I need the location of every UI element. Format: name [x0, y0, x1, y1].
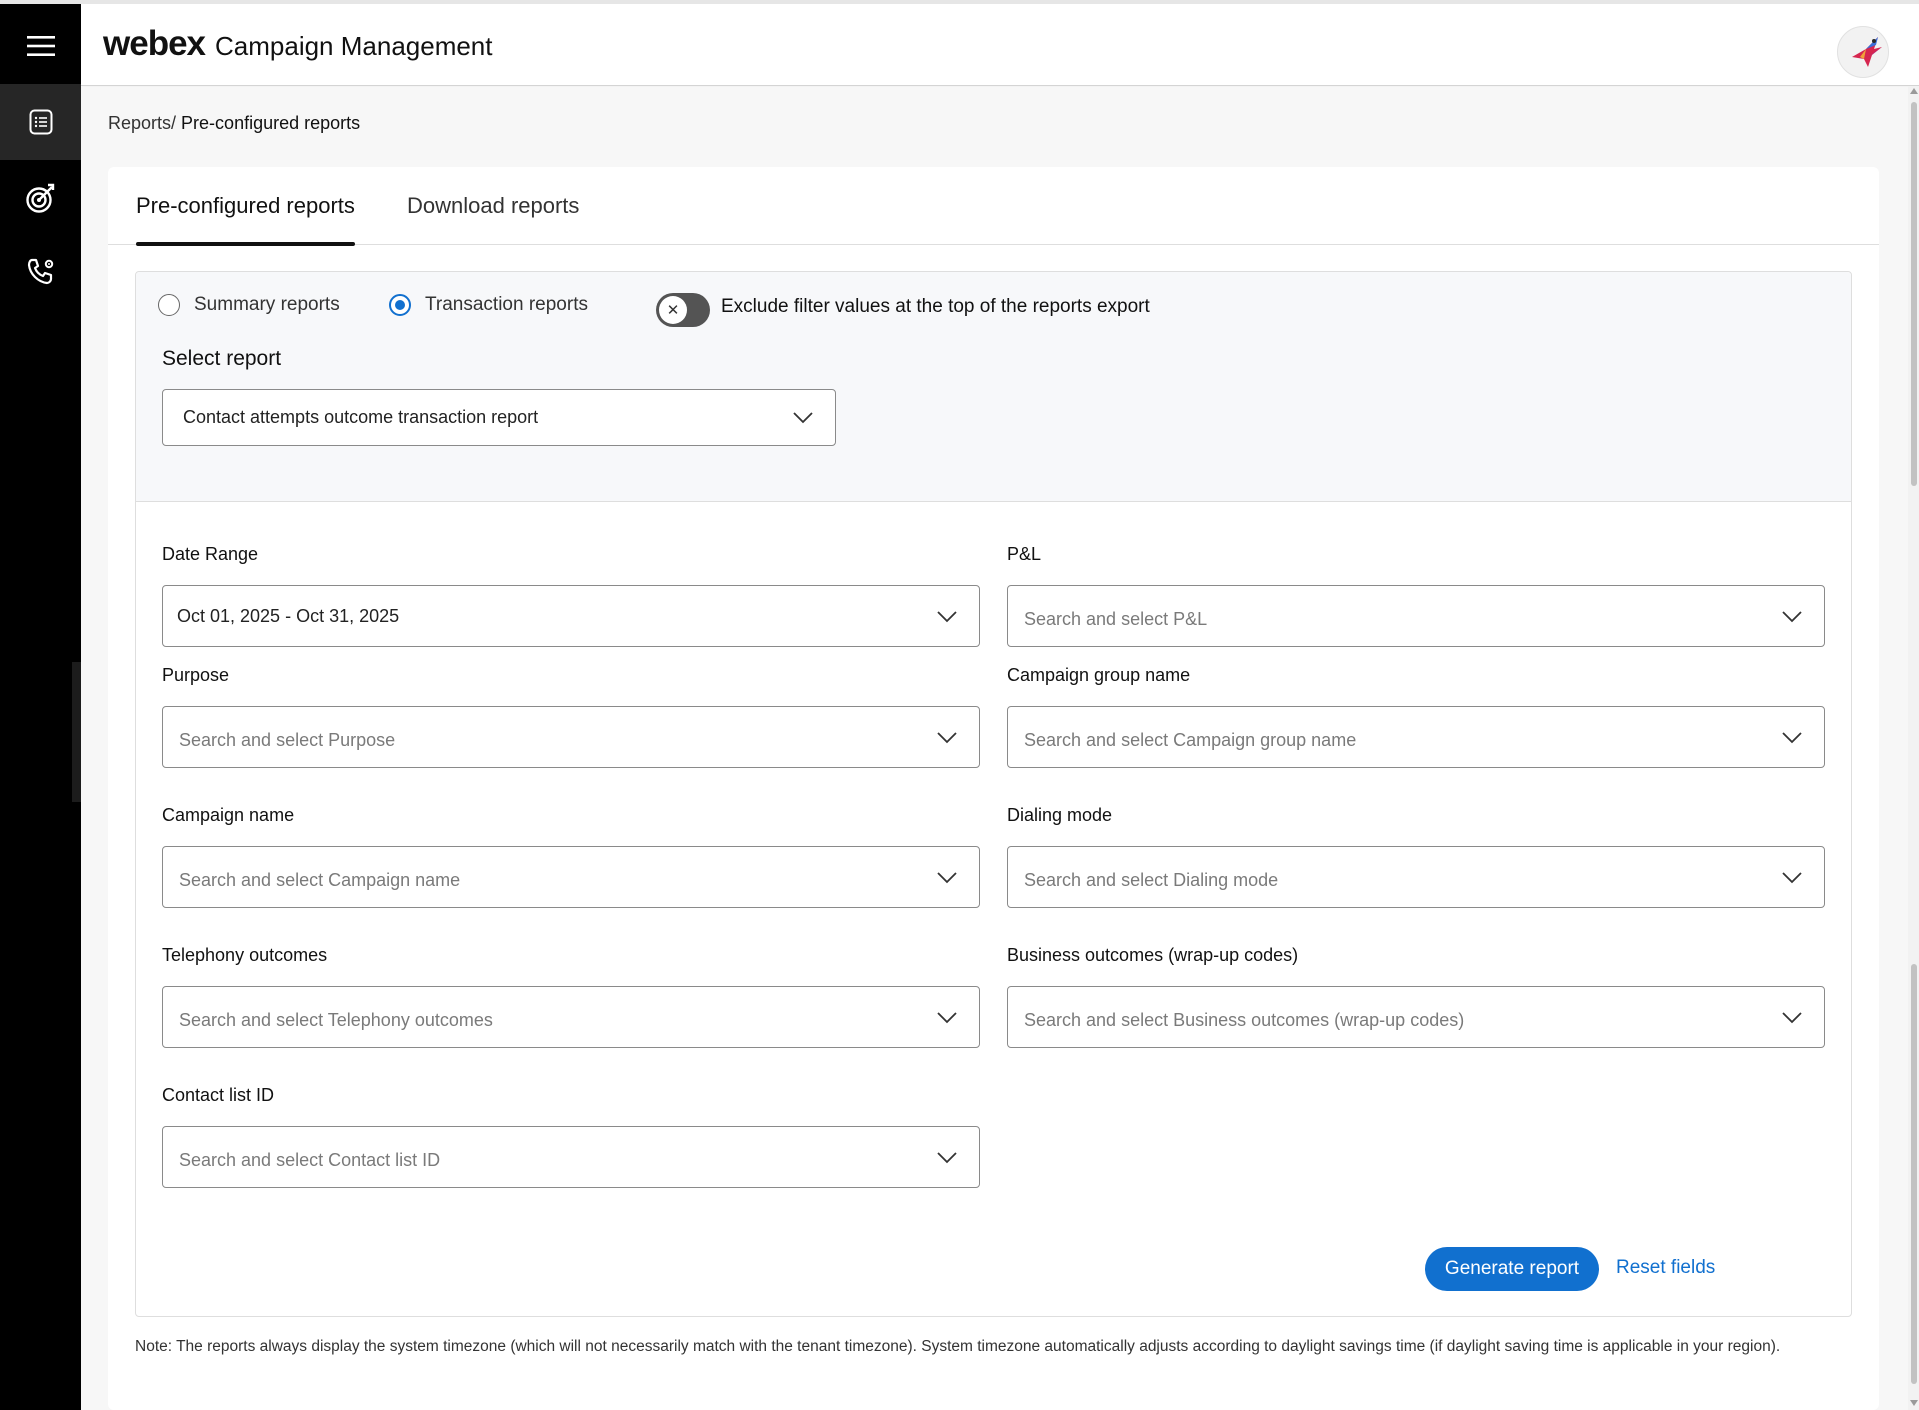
report-form-panel: Summary reports Transaction reports ✕ Ex…: [135, 271, 1852, 1317]
breadcrumb-reports-link[interactable]: Reports/: [108, 113, 176, 133]
exclude-filter-label: Exclude filter values at the top of the …: [721, 296, 1150, 317]
contact-list-id-placeholder: Search and select Contact list ID: [179, 1150, 441, 1170]
tab-download-reports[interactable]: Download reports: [407, 193, 579, 245]
phone-gear-icon: [26, 257, 56, 287]
select-report-value: Contact attempts outcome transaction rep…: [183, 407, 539, 427]
transaction-reports-radio[interactable]: Transaction reports: [389, 294, 588, 316]
campaign-name-select[interactable]: Search and select Campaign name: [162, 846, 980, 908]
breadcrumb-current: Pre-configured reports: [181, 113, 361, 133]
nav-dialer-button[interactable]: [0, 234, 81, 310]
business-outcomes-placeholder: Search and select Business outcomes (wra…: [1024, 1010, 1465, 1030]
exclude-filter-toggle[interactable]: ✕: [656, 293, 710, 327]
chevron-down-icon: [937, 732, 957, 744]
campaign-name-label: Campaign name: [162, 805, 295, 825]
bird-logo-icon[interactable]: [1837, 26, 1889, 78]
contact-list-id-select[interactable]: Search and select Contact list ID: [162, 1126, 980, 1188]
radio-circle: [158, 294, 180, 316]
reports-card: Pre-configured reports Download reports …: [108, 167, 1879, 1410]
chevron-down-icon: [1782, 611, 1802, 623]
chevron-down-icon: [937, 872, 957, 884]
summary-reports-radio[interactable]: Summary reports: [158, 294, 340, 316]
radio-circle-selected: [389, 294, 411, 316]
report-list-icon: [29, 109, 53, 135]
timezone-note: Note: The reports always display the sys…: [135, 1338, 1781, 1355]
app-header: webex Campaign Management: [81, 4, 1919, 86]
pnl-placeholder: Search and select P&L: [1024, 609, 1208, 629]
date-range-value: Oct 01, 2025 - Oct 31, 2025: [177, 606, 400, 626]
scrollbar-thumb[interactable]: [1911, 102, 1917, 486]
chevron-down-icon: [793, 412, 813, 424]
date-range-label: Date Range: [162, 544, 259, 564]
breadcrumb: Reports/ Pre-configured reports: [108, 113, 360, 134]
select-report-dropdown[interactable]: Contact attempts outcome transaction rep…: [162, 389, 836, 446]
target-icon: [25, 182, 57, 214]
app-title: Campaign Management: [215, 31, 493, 61]
nav-campaigns-button[interactable]: [0, 160, 81, 236]
summary-reports-label: Summary reports: [194, 294, 340, 315]
chevron-down-icon: [937, 611, 957, 623]
date-range-picker[interactable]: Oct 01, 2025 - Oct 31, 2025: [162, 585, 980, 647]
dialing-mode-placeholder: Search and select Dialing mode: [1024, 870, 1279, 890]
main-content: Reports/ Pre-configured reports Pre-conf…: [81, 87, 1908, 1410]
nav-reports-button[interactable]: [0, 84, 81, 160]
contact-list-id-label: Contact list ID: [162, 1085, 275, 1105]
report-type-section: Summary reports Transaction reports ✕ Ex…: [136, 272, 1851, 502]
telephony-outcomes-select[interactable]: Search and select Telephony outcomes: [162, 986, 980, 1048]
chevron-down-icon: [1782, 872, 1802, 884]
reset-fields-button[interactable]: Reset fields: [1616, 1257, 1715, 1279]
campaign-group-label: Campaign group name: [1007, 665, 1191, 685]
app-root: webex Campaign Management Reports/ Pre-c…: [0, 0, 1919, 1410]
pnl-select[interactable]: Search and select P&L: [1007, 585, 1825, 647]
business-outcomes-label: Business outcomes (wrap-up codes): [1007, 945, 1299, 965]
dialing-mode-label: Dialing mode: [1007, 805, 1113, 825]
close-icon: ✕: [659, 296, 687, 324]
chevron-down-icon: [937, 1012, 957, 1024]
select-report-label: Select report: [162, 347, 282, 370]
brand-logo: webex: [103, 24, 206, 63]
telephony-outcomes-label: Telephony outcomes: [162, 945, 328, 965]
campaign-group-select[interactable]: Search and select Campaign group name: [1007, 706, 1825, 768]
chevron-down-icon: [937, 1152, 957, 1164]
telephony-outcomes-placeholder: Search and select Telephony outcomes: [179, 1010, 493, 1030]
dialing-mode-select[interactable]: Search and select Dialing mode: [1007, 846, 1825, 908]
chevron-down-icon: [1782, 732, 1802, 744]
scroll-up-icon[interactable]: [1910, 88, 1918, 94]
transaction-reports-label: Transaction reports: [425, 294, 588, 315]
tab-pre-configured-reports[interactable]: Pre-configured reports: [136, 193, 355, 246]
brand: webex Campaign Management: [103, 24, 493, 64]
scroll-down-icon[interactable]: [1910, 1400, 1918, 1406]
page-scrollbar[interactable]: [1908, 86, 1919, 1410]
business-outcomes-select[interactable]: Search and select Business outcomes (wra…: [1007, 986, 1825, 1048]
scrollbar-thumb-lower[interactable]: [1911, 964, 1917, 1384]
hamburger-menu-icon[interactable]: [0, 8, 81, 84]
campaign-name-placeholder: Search and select Campaign name: [179, 870, 461, 890]
pnl-label: P&L: [1007, 544, 1042, 564]
left-nav-rail: [0, 4, 81, 1410]
rail-scrollbar[interactable]: [72, 662, 81, 802]
purpose-select[interactable]: Search and select Purpose: [162, 706, 980, 768]
chevron-down-icon: [1782, 1012, 1802, 1024]
purpose-label: Purpose: [162, 665, 230, 685]
report-tabs: Pre-configured reports Download reports: [108, 167, 1879, 246]
generate-report-button[interactable]: Generate report: [1425, 1247, 1599, 1291]
campaign-group-placeholder: Search and select Campaign group name: [1024, 730, 1357, 750]
purpose-placeholder: Search and select Purpose: [179, 730, 396, 750]
